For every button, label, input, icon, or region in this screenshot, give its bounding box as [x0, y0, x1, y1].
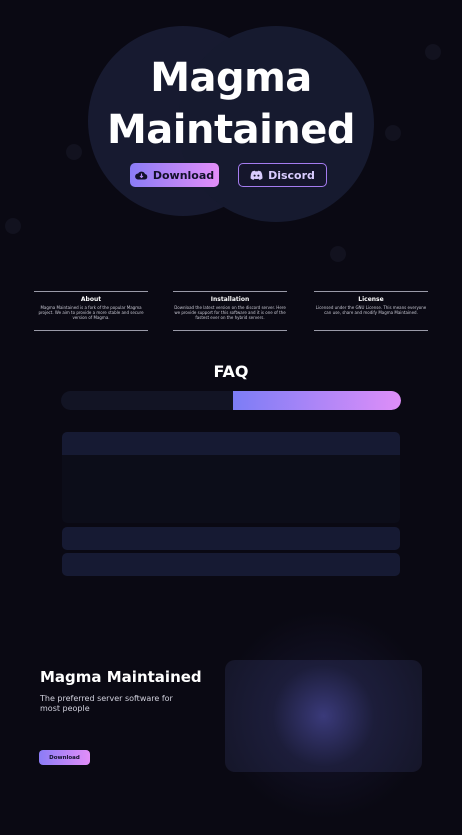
faq-item[interactable] [62, 527, 400, 550]
download-button[interactable]: Download [130, 163, 219, 187]
footer-subtitle: The preferred server software for most p… [40, 694, 173, 713]
cloud-download-icon [134, 171, 148, 180]
preview-card [225, 660, 422, 772]
faq-item[interactable] [62, 553, 400, 576]
hero-title: Magma Maintained [0, 52, 462, 156]
footer-download-label: Download [49, 754, 80, 761]
discord-label: Discord [268, 168, 315, 182]
info-title: About [80, 296, 102, 303]
hero-title-line1: Magma [150, 55, 312, 101]
faq-item-expanded[interactable] [62, 432, 400, 456]
footer-download-button[interactable]: Download [39, 750, 90, 765]
discord-button[interactable]: Discord [238, 163, 327, 187]
discord-icon [250, 170, 263, 180]
faq-tab-switcher[interactable] [61, 391, 401, 410]
download-label: Download [152, 168, 215, 182]
info-title: License [358, 296, 384, 303]
faq-title: FAQ [213, 362, 249, 381]
faq-tab-left[interactable] [61, 391, 233, 410]
info-text: Magma Maintained is a fork of the popula… [38, 305, 144, 320]
info-title: Installation [210, 296, 250, 303]
info-text: Download the latest version on the disco… [174, 305, 286, 320]
faq-tab-right-active[interactable] [233, 391, 401, 410]
footer-title: Magma Maintained [40, 668, 202, 686]
info-license: License Licensed under the GNU License. … [314, 291, 428, 331]
info-installation: Installation Download the latest version… [173, 291, 287, 331]
hero-title-line2: Maintained [106, 107, 356, 153]
info-text: Licensed under the GNU License. This mea… [315, 305, 427, 315]
faq-item-answer [62, 455, 400, 523]
bg-dot [330, 246, 346, 262]
bg-dot [5, 218, 21, 234]
info-about: About Magma Maintained is a fork of the … [34, 291, 148, 331]
